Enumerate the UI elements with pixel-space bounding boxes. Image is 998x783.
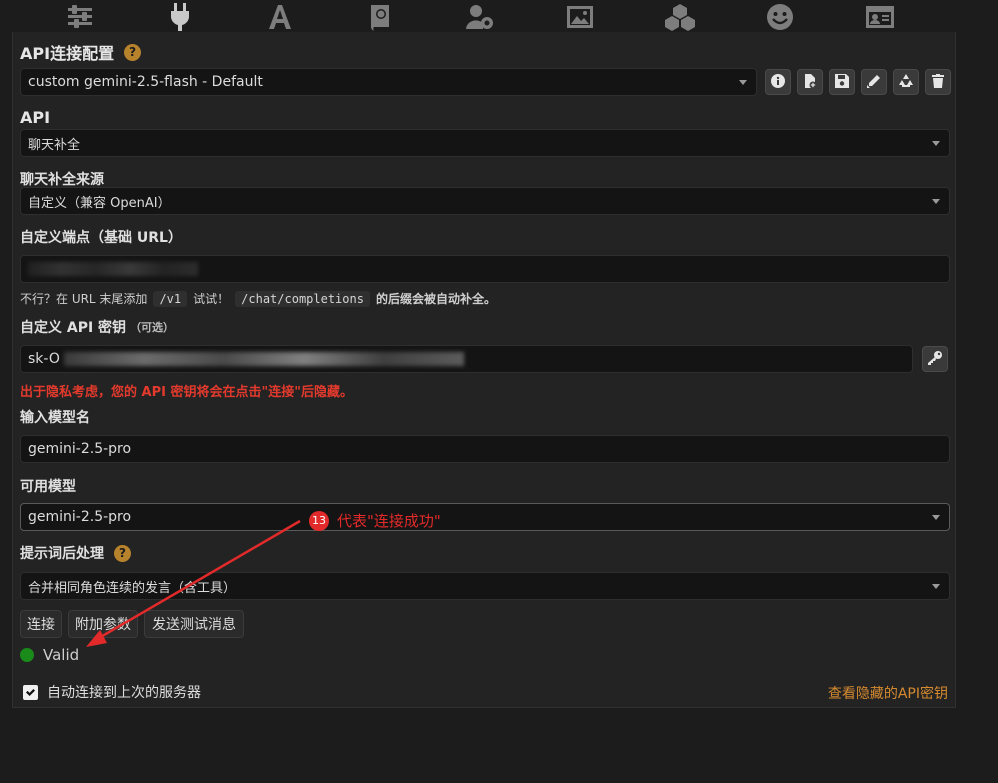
hint-code-chat: /chat/completions <box>235 290 370 307</box>
annotation-text: 代表"连接成功" <box>337 512 441 530</box>
edit-profile-button[interactable] <box>861 69 887 95</box>
api-key-label: 自定义 API 密钥 <box>20 320 127 336</box>
post-processing-select[interactable]: 合并相同角色连续的发言（含工具） <box>20 572 950 600</box>
model-name-value: gemini-2.5-pro <box>28 441 132 457</box>
source-select[interactable]: 自定义（兼容 OpenAI） <box>20 187 950 215</box>
api-select-value: 聊天补全 <box>28 137 81 153</box>
api-key-optional: （可选） <box>130 321 175 334</box>
status-text: Valid <box>43 646 80 664</box>
key-icon <box>928 350 942 369</box>
trash-icon <box>931 73 945 92</box>
hint-suffix: 的后缀会被自动补全。 <box>375 292 496 306</box>
smiley-icon[interactable] <box>763 3 797 31</box>
help-icon[interactable]: ? <box>114 544 131 562</box>
api-settings-panel: API连接配置 ? custom gemini-2.5-flash - Defa… <box>12 32 956 708</box>
hint-mid: 试试！ <box>193 292 230 306</box>
api-connection-title: API连接配置 <box>20 44 115 63</box>
post-processing-label-row: 提示词后处理 ? <box>20 543 131 563</box>
save-icon <box>835 73 849 92</box>
endpoint-input[interactable] <box>20 255 950 283</box>
help-icon[interactable]: ? <box>124 43 142 61</box>
hint-prefix: 不行？在 URL 末尾添加 <box>20 292 148 306</box>
status-dot <box>20 648 34 662</box>
api-key-label-row: 自定义 API 密钥 （可选） <box>20 317 174 337</box>
api-label-row: API <box>20 108 50 127</box>
model-name-label-row: 输入模型名 <box>20 407 90 427</box>
api-label: API <box>20 108 51 127</box>
connection-status: Valid <box>20 646 79 664</box>
available-models-label-row: 可用模型 <box>20 476 76 496</box>
extra-params-button[interactable]: 附加参数 <box>68 610 138 638</box>
cubes-icon[interactable] <box>663 3 697 31</box>
source-select-value: 自定义（兼容 OpenAI） <box>28 195 171 211</box>
sliders-icon[interactable] <box>63 3 97 31</box>
auto-connect-label: 自动连接到上次的服务器 <box>47 685 201 701</box>
auto-connect-checkbox[interactable] <box>23 684 38 700</box>
endpoint-label: 自定义端点（基础 URL） <box>20 230 182 246</box>
connection-profile-value: custom gemini-2.5-flash - Default <box>28 74 263 90</box>
redacted-url <box>28 262 198 276</box>
view-hidden-keys-link[interactable]: 查看隐藏的API密钥 <box>828 683 948 703</box>
user-gear-icon[interactable] <box>463 3 497 31</box>
api-key-warning: 出于隐私考虑，您的 API 密钥将会在点击"连接"后隐藏。 <box>20 385 354 400</box>
api-select[interactable]: 聊天补全 <box>20 129 950 157</box>
available-models-value: gemini-2.5-pro <box>28 509 132 525</box>
key-button[interactable] <box>922 346 948 372</box>
checkmark-icon <box>26 688 35 696</box>
plug-icon[interactable] <box>163 3 197 31</box>
top-nav-bar <box>0 0 960 34</box>
connection-profile-select[interactable]: custom gemini-2.5-flash - Default <box>20 68 757 96</box>
pencil-icon <box>867 73 881 92</box>
post-processing-label: 提示词后处理 <box>20 546 104 562</box>
font-icon[interactable] <box>263 3 297 31</box>
file-plus-icon <box>803 73 817 92</box>
book-icon[interactable] <box>363 3 397 31</box>
available-models-label: 可用模型 <box>20 479 76 495</box>
api-key-input[interactable]: sk-O <box>20 345 913 373</box>
send-test-message-button[interactable]: 发送测试消息 <box>144 610 244 638</box>
redacted-api-key <box>63 352 464 366</box>
reload-profile-button[interactable] <box>893 69 919 95</box>
annotation-number: 13 <box>309 510 329 531</box>
available-models-select[interactable]: gemini-2.5-pro <box>20 503 950 531</box>
api-key-prefix: sk-O <box>28 351 60 367</box>
recycle-icon <box>899 73 913 92</box>
endpoint-hint: 不行？在 URL 末尾添加 /v1 试试！ /chat/completions … <box>20 290 496 307</box>
id-card-icon[interactable] <box>863 3 897 31</box>
annotation: 13 代表"连接成功" <box>309 510 441 531</box>
save-profile-button[interactable] <box>829 69 855 95</box>
info-icon <box>771 73 785 92</box>
image-icon[interactable] <box>563 3 597 31</box>
delete-profile-button[interactable] <box>925 69 951 95</box>
new-profile-button[interactable] <box>797 69 823 95</box>
connect-button[interactable]: 连接 <box>20 610 62 638</box>
model-name-label: 输入模型名 <box>20 410 90 426</box>
post-processing-value: 合并相同角色连续的发言（含工具） <box>28 580 237 596</box>
endpoint-label-row: 自定义端点（基础 URL） <box>20 227 182 247</box>
api-connection-header: API连接配置 ? <box>20 40 142 64</box>
hint-code-v1: /v1 <box>153 290 188 307</box>
source-label-row: 聊天补全来源 <box>20 169 104 189</box>
auto-connect-row: 自动连接到上次的服务器 <box>23 682 201 702</box>
model-name-input[interactable]: gemini-2.5-pro <box>20 435 950 463</box>
info-button[interactable] <box>765 69 791 95</box>
source-label: 聊天补全来源 <box>20 172 104 188</box>
